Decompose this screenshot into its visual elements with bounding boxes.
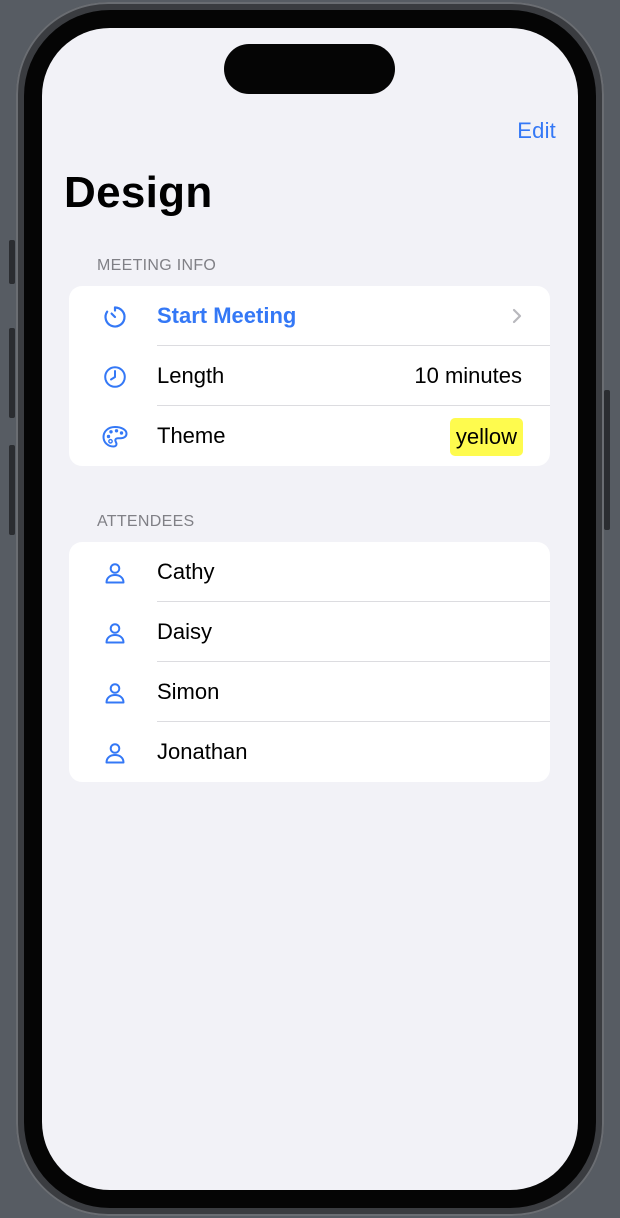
person-icon [101, 559, 129, 587]
person-icon [101, 739, 129, 767]
theme-value-badge: yellow [449, 418, 523, 456]
palette-icon [101, 423, 129, 451]
volume-up-button [9, 328, 15, 418]
length-label: Length [157, 363, 225, 388]
attendee-name: Cathy [157, 559, 215, 584]
attendee-name: Jonathan [157, 739, 248, 764]
clock-icon [101, 363, 129, 391]
attendee-name: Simon [157, 679, 220, 704]
volume-down-button [9, 445, 15, 535]
attendee-row: Cathy [69, 542, 550, 602]
length-row: Length 10 minutes [69, 346, 550, 406]
start-meeting-row[interactable]: Start Meeting [69, 286, 550, 346]
page-title: Design [64, 168, 213, 217]
screen: Edit Design MEETING INFO Start Meeting L… [42, 28, 578, 1190]
meeting-info-card: Start Meeting Length 10 minutes Theme ye… [69, 286, 550, 466]
attendee-row: Daisy [69, 602, 550, 662]
power-button [604, 390, 610, 530]
theme-label: Theme [157, 423, 226, 448]
attendees-card: Cathy Daisy Simon Jonathan [69, 542, 550, 782]
dynamic-island [224, 44, 395, 94]
length-value: 10 minutes [414, 363, 522, 388]
person-icon [101, 619, 129, 647]
theme-row: Theme yellow [69, 406, 550, 466]
attendee-row: Simon [69, 662, 550, 722]
start-meeting-label: Start Meeting [157, 303, 297, 328]
chevron-right-icon [510, 305, 524, 327]
edit-button[interactable]: Edit [517, 118, 556, 144]
person-icon [101, 679, 129, 707]
action-button [9, 240, 15, 284]
attendee-row: Jonathan [69, 722, 550, 782]
attendees-header: ATTENDEES [97, 513, 195, 530]
timer-icon [101, 303, 129, 331]
attendee-name: Daisy [157, 619, 213, 644]
meeting-info-header: MEETING INFO [97, 257, 217, 274]
